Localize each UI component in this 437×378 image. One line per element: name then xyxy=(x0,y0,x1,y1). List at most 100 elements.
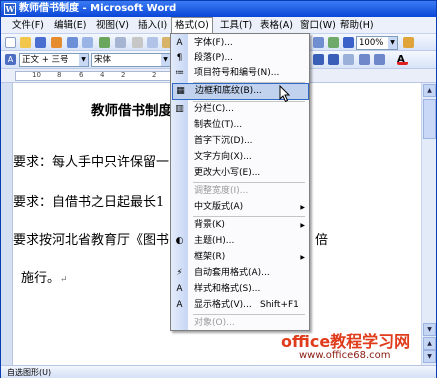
menu-item-label: 调整宽度(I)... xyxy=(194,186,249,196)
menu-item-label: 边框和底纹(B)... xyxy=(195,86,262,96)
read-icon[interactable] xyxy=(403,37,414,48)
paragraph-mark-icon: ↵ xyxy=(60,275,68,285)
menu-item-reveal-formatting[interactable]: A 显示格式(V)... Shift+F1 xyxy=(172,298,309,313)
font-color-icon[interactable]: A xyxy=(397,54,408,65)
scroll-up-icon[interactable]: ▲ xyxy=(423,84,436,97)
menu-item-tabs[interactable]: 制表位(T)... xyxy=(172,118,309,133)
research-icon[interactable] xyxy=(115,37,126,48)
drawing-icon[interactable] xyxy=(313,37,324,48)
justify-icon[interactable] xyxy=(313,54,324,65)
chevron-down-icon[interactable]: ▼ xyxy=(388,37,397,49)
menu-item-label: 背景(K) xyxy=(194,220,225,230)
ruler-number: 10 xyxy=(32,71,41,79)
word-window: W 教师借书制度 - Microsoft Word 文件(F) 编辑(E) 视图… xyxy=(0,0,437,378)
paragraph-text: 要求按河北省教育厅《图书 xyxy=(13,233,170,248)
vertical-scrollbar[interactable]: ▲ ▼ ▲ ▼ xyxy=(421,83,436,365)
menu-item-label: 首字下沉(D)... xyxy=(194,136,253,146)
submenu-arrow-icon: ▶ xyxy=(300,222,305,229)
menu-item-bullets-numbering[interactable]: ≔ 项目符号和编号(N)... xyxy=(172,66,309,81)
menu-item-theme[interactable]: ◐ 主题(H)... xyxy=(172,234,309,249)
watermark: office教程学习网 www.office68.com xyxy=(281,328,431,368)
title-bar[interactable]: W 教师借书制度 - Microsoft Word xyxy=(1,1,436,17)
zoom-value: 100% xyxy=(359,38,384,48)
chevron-down-icon[interactable]: ▼ xyxy=(161,54,170,66)
menu-item-label: 项目符号和编号(N)... xyxy=(194,68,280,78)
ruler-number: 2 xyxy=(152,71,157,79)
new-document-icon[interactable] xyxy=(5,37,16,48)
ruler-number: 6 xyxy=(79,71,84,79)
show-hide-icon[interactable] xyxy=(343,37,354,48)
ruler-number: 2 xyxy=(121,71,126,79)
menu-separator xyxy=(193,216,305,217)
paragraph: 施行。↵ xyxy=(21,267,68,286)
menu-format[interactable]: 格式(O) xyxy=(171,17,213,34)
watermark-url: www.office68.com xyxy=(299,350,391,361)
menu-item-frames[interactable]: 框架(R) ▶ xyxy=(172,250,309,265)
menu-edit[interactable]: 编辑(E) xyxy=(51,18,89,33)
save-icon[interactable] xyxy=(35,37,46,48)
reveal-formatting-icon: A xyxy=(176,300,183,310)
menu-tools[interactable]: 工具(T) xyxy=(217,18,255,33)
menu-item-label: 样式和格式(S)... xyxy=(194,284,261,294)
styles-icon[interactable]: A xyxy=(5,54,16,65)
numbering-icon[interactable] xyxy=(359,54,370,65)
cut-icon[interactable] xyxy=(132,37,143,48)
menu-item-background[interactable]: 背景(K) ▶ xyxy=(172,218,309,233)
menu-item-label: 主题(H)... xyxy=(194,236,235,246)
vertical-ruler xyxy=(1,83,13,365)
distribute-icon[interactable] xyxy=(328,54,339,65)
scroll-thumb[interactable] xyxy=(423,99,436,139)
menu-item-change-case[interactable]: 更改大小写(E)... xyxy=(172,166,309,181)
menu-item-autoformat[interactable]: ⚡ 自动套用格式(A)... xyxy=(172,266,309,281)
watermark-title: office教程学习网 xyxy=(281,332,411,351)
font-combo[interactable]: 宋体 ▼ xyxy=(91,53,171,67)
menu-item-text-direction[interactable]: 文字方向(X)... xyxy=(172,150,309,165)
print-icon[interactable] xyxy=(67,37,78,48)
permission-icon[interactable] xyxy=(51,37,62,48)
window-title: 教师借书制度 - Microsoft Word xyxy=(19,3,177,14)
menu-item-asian-layout[interactable]: 中文版式(A) ▶ xyxy=(172,200,309,215)
autoformat-icon: ⚡ xyxy=(176,268,183,278)
autoshapes-button[interactable]: 自选图形(U) xyxy=(7,367,51,378)
menu-help[interactable]: 帮助(H) xyxy=(337,18,377,33)
bullets-icon[interactable] xyxy=(374,54,385,65)
paragraph-icon: ¶ xyxy=(176,53,183,63)
menu-view[interactable]: 视图(V) xyxy=(93,18,132,33)
submenu-arrow-icon: ▶ xyxy=(300,254,305,261)
menu-item-label: 字体(F)... xyxy=(194,38,233,48)
paragraph-text: 要求：自借书之日起最长1 xyxy=(13,195,165,210)
menu-item-font[interactable]: A 字体(F)... xyxy=(172,36,309,51)
menu-item-label: 框架(R) xyxy=(194,252,226,262)
paragraph-text: 施行。 xyxy=(21,271,61,286)
zoom-combo[interactable]: 100% ▼ xyxy=(356,36,398,50)
menu-item-paragraph[interactable]: ¶ 段落(P)... xyxy=(172,51,309,66)
document-title: 教师借书制度 xyxy=(91,103,172,119)
menu-window[interactable]: 窗口(W) xyxy=(297,18,339,33)
columns-icon: ▥ xyxy=(175,104,184,114)
bullets-icon: ≔ xyxy=(175,68,184,78)
menu-insert[interactable]: 插入(I) xyxy=(135,18,170,33)
menu-table[interactable]: 表格(A) xyxy=(257,18,296,33)
copy-icon[interactable] xyxy=(147,37,158,48)
menu-item-label: 显示格式(V)... xyxy=(194,300,252,310)
chevron-down-icon[interactable]: ▼ xyxy=(79,54,88,66)
menu-item-label: 对象(O)... xyxy=(194,318,235,328)
open-folder-icon[interactable] xyxy=(20,37,31,48)
menu-item-columns[interactable]: ▥ 分栏(C)... xyxy=(172,102,309,117)
paragraph: 要求：自借书之日起最长1 xyxy=(13,191,164,210)
style-combo[interactable]: 正文 + 三号 ▼ xyxy=(19,53,89,67)
spelling-icon[interactable] xyxy=(99,37,110,48)
menu-item-drop-cap[interactable]: 首字下沉(D)... xyxy=(172,134,309,149)
format-menu-dropdown: A 字体(F)... ¶ 段落(P)... ≔ 项目符号和编号(N)... ▦ … xyxy=(170,33,310,331)
font-value: 宋体 xyxy=(94,55,112,65)
menu-separator xyxy=(193,182,305,183)
menu-item-styles-formatting[interactable]: A 样式和格式(S)... xyxy=(172,282,309,297)
line-spacing-icon[interactable] xyxy=(343,54,354,65)
menu-item-label: 制表位(T)... xyxy=(194,120,243,130)
borders-icon: ▦ xyxy=(176,86,185,96)
menu-item-shortcut: Shift+F1 xyxy=(260,300,299,310)
style-value: 正文 + 三号 xyxy=(22,55,69,65)
document-map-icon[interactable] xyxy=(328,37,339,48)
menu-file[interactable]: 文件(F) xyxy=(9,18,47,33)
print-preview-icon[interactable] xyxy=(82,37,93,48)
